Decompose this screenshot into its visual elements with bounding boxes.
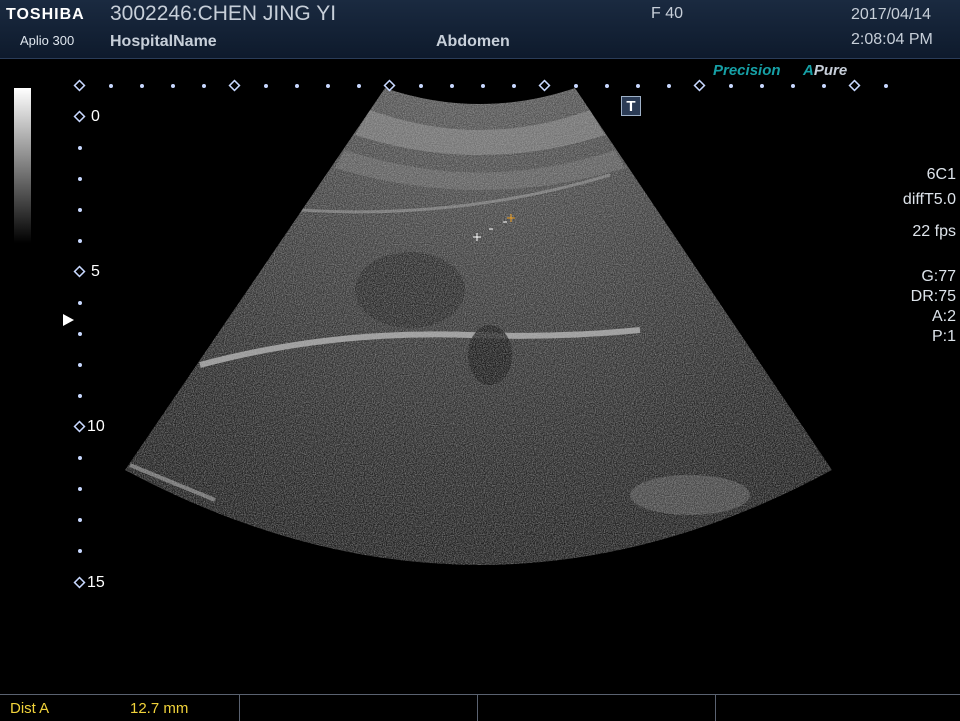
apure-label: APure (803, 62, 847, 79)
param-gain: G:77 (921, 268, 956, 285)
depth-label-10: 10 (87, 418, 105, 435)
param-p: P:1 (931, 328, 956, 345)
param-a: A:2 (931, 308, 956, 325)
patient-sex-age: F 40 (651, 5, 684, 22)
depth-label-0: 0 (91, 108, 100, 125)
depth-label-5: 5 (91, 263, 100, 280)
brand-logo: TOSHIBA (6, 6, 85, 23)
measurement-value: 12.7 mm (130, 700, 189, 717)
focus-marker[interactable] (63, 314, 74, 326)
param-mode: diffT5.0 (902, 191, 956, 208)
exam-time: 2:08:04 PM (851, 31, 933, 48)
image-area (0, 58, 960, 694)
param-dynamic-range: DR:75 (910, 288, 956, 305)
measurement-cell-3 (478, 695, 716, 721)
depth-scale (73, 110, 86, 589)
apure-a: A (803, 62, 814, 79)
patient-id-name: 3002246:CHEN JING YI (110, 2, 337, 25)
text-annotation-button[interactable]: T (621, 96, 641, 116)
header-bar: TOSHIBA Aplio 300 3002246:CHEN JING YI H… (0, 0, 960, 59)
device-model: Aplio 300 (20, 33, 75, 48)
ultrasound-image (73, 79, 888, 589)
measurement-label: Dist A (10, 700, 50, 717)
exam-date: 2017/04/14 (851, 6, 932, 23)
measurement-cell-4 (716, 695, 960, 721)
precision-label: Precision (713, 62, 781, 79)
param-probe: 6C1 (926, 166, 956, 183)
exam-type: Abdomen (436, 33, 510, 50)
depth-label-15: 15 (87, 574, 105, 591)
hospital-name: HospitalName (110, 33, 217, 50)
measurement-cell-2 (240, 695, 478, 721)
param-fps: 22 fps (912, 223, 956, 240)
apure-rest: Pure (813, 62, 848, 79)
lateral-scale (73, 79, 888, 92)
grayscale-bar (14, 88, 31, 243)
